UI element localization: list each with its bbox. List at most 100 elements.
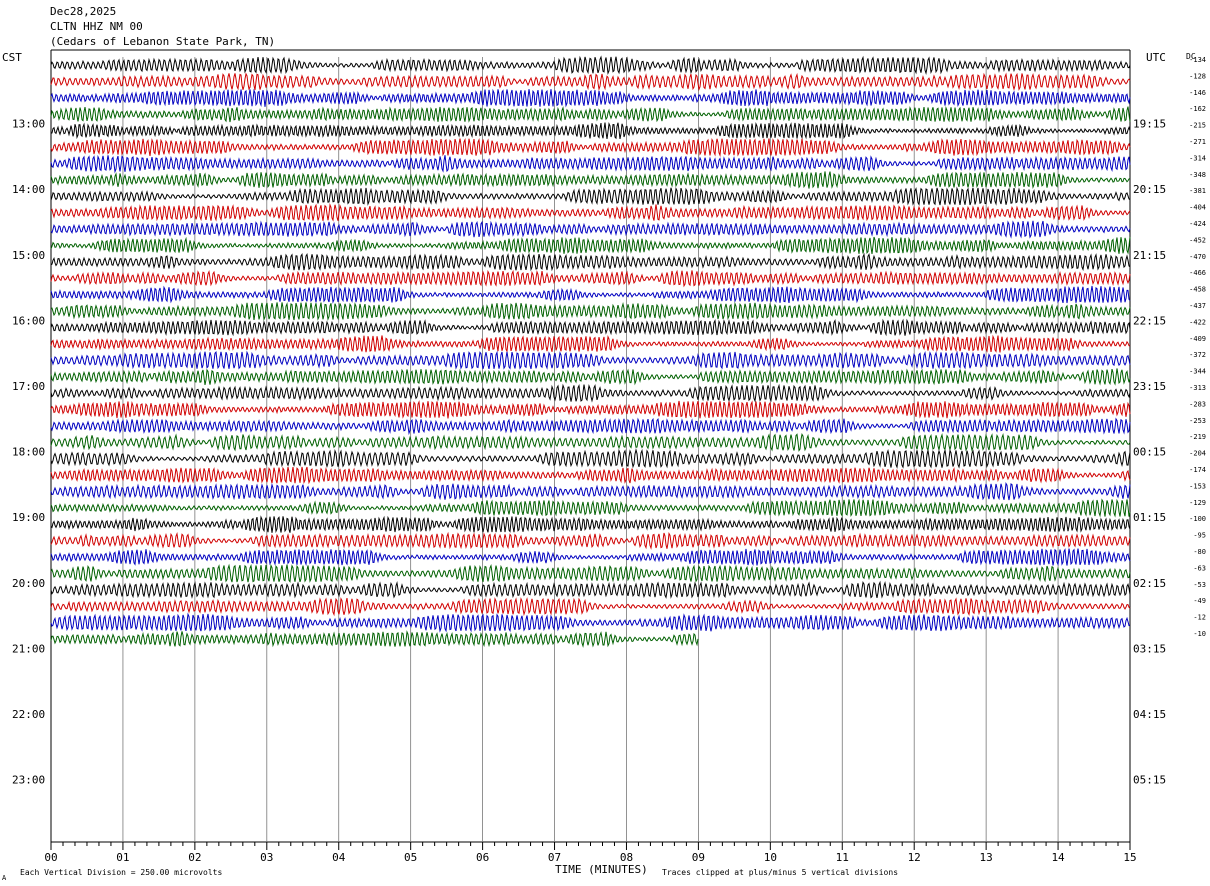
dc-offset-value: -314 (1189, 154, 1206, 162)
seismic-trace (50, 612, 1131, 633)
seismic-trace (50, 301, 1131, 322)
dc-offset-value: -174 (1189, 466, 1206, 474)
dc-offset-value: -204 (1189, 450, 1206, 458)
seismic-trace (50, 220, 1131, 239)
dc-offset-value: -404 (1189, 204, 1206, 212)
dc-offset-value: -53 (1193, 581, 1206, 589)
dc-offset-value: -344 (1189, 368, 1206, 376)
dc-offset-value: -128 (1189, 72, 1206, 80)
left-hour-labels: 13:00 14:00 15:00 16:00 17:00 18:00 19:00 20:00… (12, 118, 45, 787)
cst-hour-label: 21:00 (12, 642, 45, 655)
left-timezone-label: CST (2, 51, 22, 64)
x-tick-label: 09 (692, 851, 705, 864)
x-tick-label: 14 (1051, 851, 1065, 864)
dc-offset-value: -100 (1189, 515, 1206, 523)
utc-hour-label: 00:15 (1133, 446, 1166, 459)
x-tick-label: 03 (260, 851, 273, 864)
utc-hour-label: 04:15 (1133, 708, 1166, 721)
cst-hour-label: 22:00 (12, 708, 45, 721)
utc-hour-label: 03:15 (1133, 642, 1166, 655)
dc-offset-value: -129 (1189, 499, 1206, 507)
seismic-trace (50, 466, 1131, 485)
seismic-trace (50, 186, 1131, 206)
dc-offset-value: -80 (1193, 548, 1206, 556)
seismic-trace (50, 368, 1131, 386)
x-tick-label: 10 (764, 851, 777, 864)
scale-note: Each Vertical Division = 250.00 microvol… (20, 868, 222, 877)
cst-hour-label: 17:00 (12, 380, 45, 393)
cst-hour-label: 20:00 (12, 577, 45, 590)
seismic-trace (50, 285, 1131, 304)
dc-offset-value: -283 (1189, 400, 1206, 408)
seismic-trace (50, 88, 1131, 108)
dc-offset-value: -12 (1193, 614, 1206, 622)
trace-group (50, 55, 1131, 648)
x-axis-title: TIME (MINUTES) (555, 863, 648, 876)
seismic-trace (50, 236, 1131, 255)
utc-hour-label: 20:15 (1133, 183, 1166, 196)
corner-mark: A (2, 874, 7, 882)
utc-hour-label: 22:15 (1133, 314, 1166, 327)
dc-offset-value: -424 (1189, 220, 1206, 228)
seismic-trace (50, 122, 1131, 140)
x-tick-label: 01 (116, 851, 129, 864)
clip-note: Traces clipped at plus/minus 5 vertical … (662, 868, 898, 877)
seismic-trace (50, 432, 1131, 453)
seismic-trace (50, 563, 1131, 583)
seismic-trace (50, 383, 1131, 403)
dc-offset-value: -95 (1193, 532, 1206, 540)
dc-offset-value: -437 (1189, 302, 1206, 310)
cst-hour-label: 23:00 (12, 774, 45, 787)
seismic-trace (50, 531, 1131, 550)
dc-offset-labels: -134 -128 -146 -162 -215 -271 -314 -348 -381 -404… (1189, 56, 1206, 638)
dc-offset-value: -134 (1189, 56, 1206, 64)
utc-hour-label: 23:15 (1133, 380, 1166, 393)
x-tick-label: 11 (836, 851, 849, 864)
right-hour-labels: 19:15 20:15 21:15 22:15 23:15 00:15 01:15 02:15… (1133, 118, 1166, 787)
seismic-trace (50, 106, 1131, 123)
dc-offset-value: -458 (1189, 286, 1206, 294)
dc-offset-value: -422 (1189, 318, 1206, 326)
utc-hour-label: 05:15 (1133, 774, 1166, 787)
seismic-trace (50, 630, 699, 648)
x-tick-label: 05 (404, 851, 417, 864)
seismic-trace (50, 269, 1131, 288)
seismic-trace (50, 171, 1131, 189)
cst-hour-label: 14:00 (12, 183, 45, 196)
x-tick-label: 15 (1123, 851, 1136, 864)
location-label: (Cedars of Lebanon State Park, TN) (50, 35, 275, 48)
seismic-trace (50, 318, 1131, 337)
seismic-trace (50, 400, 1131, 419)
cst-hour-label: 15:00 (12, 249, 45, 262)
seismic-trace (50, 597, 1131, 617)
seismic-trace (50, 334, 1131, 353)
dc-offset-value: -409 (1189, 335, 1206, 343)
seismic-trace (50, 417, 1131, 436)
seismic-trace (50, 548, 1131, 567)
dc-offset-value: -466 (1189, 269, 1206, 277)
seismic-trace (50, 72, 1131, 92)
dc-offset-value: -162 (1189, 105, 1206, 113)
seismic-trace (50, 137, 1131, 158)
dc-offset-value: -219 (1189, 433, 1206, 441)
seismic-trace (50, 448, 1131, 469)
dc-offset-value: -63 (1193, 564, 1206, 572)
dc-offset-value: -49 (1193, 597, 1206, 605)
helicorder-chart: Dec28,2025 CLTN HHZ NM 00 (Cedars of Leb… (2, 5, 1206, 882)
dc-offset-value: -452 (1189, 236, 1206, 244)
dc-offset-value: -153 (1189, 482, 1206, 490)
date-label: Dec28,2025 (50, 5, 116, 18)
utc-hour-label: 01:15 (1133, 511, 1166, 524)
x-axis: 00 01 02 03 04 05 06 07 08 09 10 11 12 13 14 15 (44, 842, 1137, 864)
seismic-trace (50, 154, 1131, 174)
dc-offset-value: -313 (1189, 384, 1206, 392)
seismic-trace (50, 203, 1131, 222)
dc-offset-value: -470 (1189, 253, 1206, 261)
dc-offset-value: -10 (1193, 630, 1206, 638)
utc-hour-label: 21:15 (1133, 249, 1166, 262)
seismic-trace (50, 252, 1131, 272)
right-timezone-label: UTC (1146, 51, 1166, 64)
x-tick-label: 12 (908, 851, 921, 864)
cst-hour-label: 19:00 (12, 511, 45, 524)
seismic-trace (50, 350, 1131, 370)
